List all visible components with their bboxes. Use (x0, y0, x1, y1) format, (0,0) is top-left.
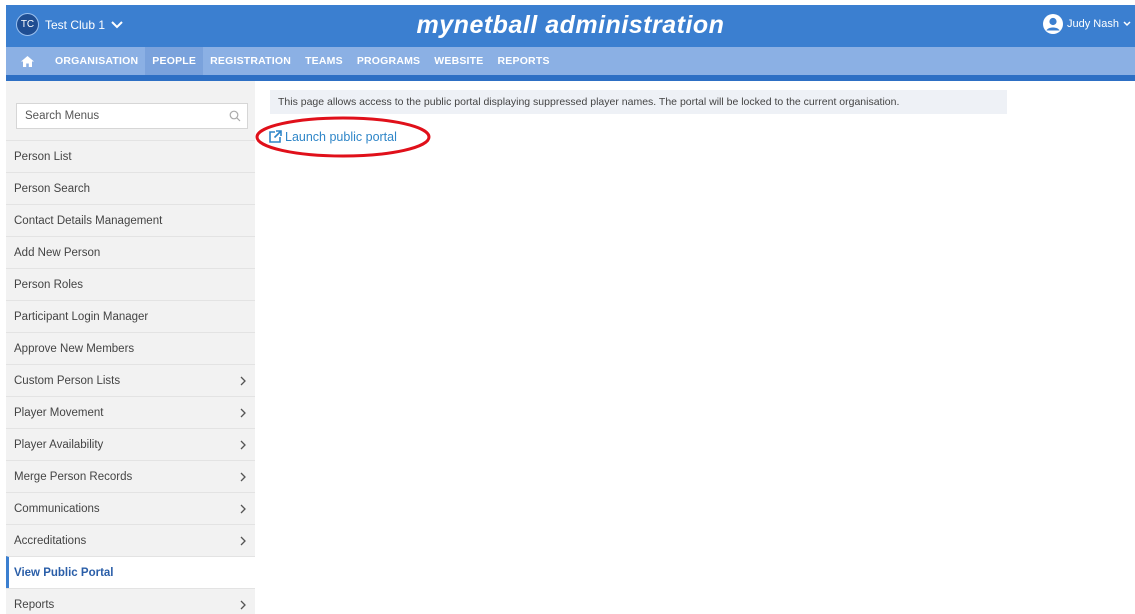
chevron-right-icon (240, 536, 246, 546)
launch-public-portal-link[interactable]: Launch public portal (268, 130, 397, 144)
chevron-right-icon (240, 376, 246, 386)
search-box (16, 103, 248, 129)
nav-reports[interactable]: REPORTS (491, 47, 557, 75)
sidebar-item-label: Approve New Members (14, 342, 135, 355)
sidebar-item-player-availability[interactable]: Player Availability (6, 428, 255, 460)
search-icon[interactable] (229, 110, 241, 122)
nav-teams[interactable]: TEAMS (298, 47, 350, 75)
sidebar-item-label: Communications (14, 502, 100, 515)
user-menu[interactable]: Judy Nash (1043, 14, 1131, 34)
chevron-right-icon (240, 440, 246, 450)
user-icon (1043, 14, 1064, 34)
sidebar-item-label: Player Availability (14, 438, 104, 451)
sidebar-item-add-new-person[interactable]: Add New Person (6, 236, 255, 268)
sidebar-item-label: Merge Person Records (14, 470, 133, 483)
sidebar-item-label: Participant Login Manager (14, 310, 149, 323)
chevron-right-icon (240, 408, 246, 418)
sidebar-item-accreditations[interactable]: Accreditations (6, 524, 255, 556)
sidebar-item-label: Person List (14, 150, 72, 163)
sidebar-item-label: Player Movement (14, 406, 104, 419)
sidebar-item-communications[interactable]: Communications (6, 492, 255, 524)
sidebar-item-participant-login-manager[interactable]: Participant Login Manager (6, 300, 255, 332)
sidebar-item-person-search[interactable]: Person Search (6, 172, 255, 204)
home-icon (20, 55, 34, 67)
sidebar-item-custom-person-lists[interactable]: Custom Person Lists (6, 364, 255, 396)
nav-home[interactable] (6, 55, 48, 67)
sidebar: Person List Person Search Contact Detail… (6, 81, 255, 614)
nav-organisation[interactable]: ORGANISATION (48, 47, 145, 75)
nav-people[interactable]: PEOPLE (145, 47, 204, 75)
sidebar-item-label: Person Roles (14, 278, 84, 291)
chevron-right-icon (240, 600, 246, 610)
sidebar-item-label: Reports (14, 598, 55, 611)
sidebar-item-label: Accreditations (14, 534, 87, 547)
sidebar-item-label: Contact Details Management (14, 214, 163, 227)
chevron-down-icon (1123, 21, 1131, 27)
top-header: TC Test Club 1 mynetball administration … (6, 5, 1135, 47)
launch-public-portal-label: Launch public portal (285, 130, 397, 144)
app-title: mynetball administration (416, 11, 725, 39)
chevron-right-icon (240, 472, 246, 482)
sidebar-item-reports[interactable]: Reports (6, 588, 255, 614)
info-message: This page allows access to the public po… (270, 90, 1007, 114)
sidebar-item-approve-new-members[interactable]: Approve New Members (6, 332, 255, 364)
nav-registration[interactable]: REGISTRATION (203, 47, 298, 75)
sidebar-item-person-list[interactable]: Person List (6, 140, 255, 172)
nav-website[interactable]: WEBSITE (427, 47, 490, 75)
search-input[interactable] (25, 110, 225, 122)
sidebar-item-label: Person Search (14, 182, 91, 195)
sidebar-item-label: View Public Portal (14, 566, 114, 579)
sidebar-item-merge-person-records[interactable]: Merge Person Records (6, 460, 255, 492)
sidebar-item-label: Custom Person Lists (14, 374, 121, 387)
sidebar-item-view-public-portal[interactable]: View Public Portal (6, 556, 255, 588)
sidebar-item-contact-details-management[interactable]: Contact Details Management (6, 204, 255, 236)
sidebar-item-label: Add New Person (14, 246, 101, 259)
user-name: Judy Nash (1067, 18, 1119, 30)
main-nav: ORGANISATION PEOPLE REGISTRATION TEAMS P… (6, 47, 1135, 75)
sidebar-menu: Person List Person Search Contact Detail… (6, 140, 255, 614)
nav-programs[interactable]: PROGRAMS (350, 47, 427, 75)
chevron-right-icon (240, 504, 246, 514)
sidebar-item-person-roles[interactable]: Person Roles (6, 268, 255, 300)
external-link-icon (269, 130, 282, 143)
sidebar-item-player-movement[interactable]: Player Movement (6, 396, 255, 428)
